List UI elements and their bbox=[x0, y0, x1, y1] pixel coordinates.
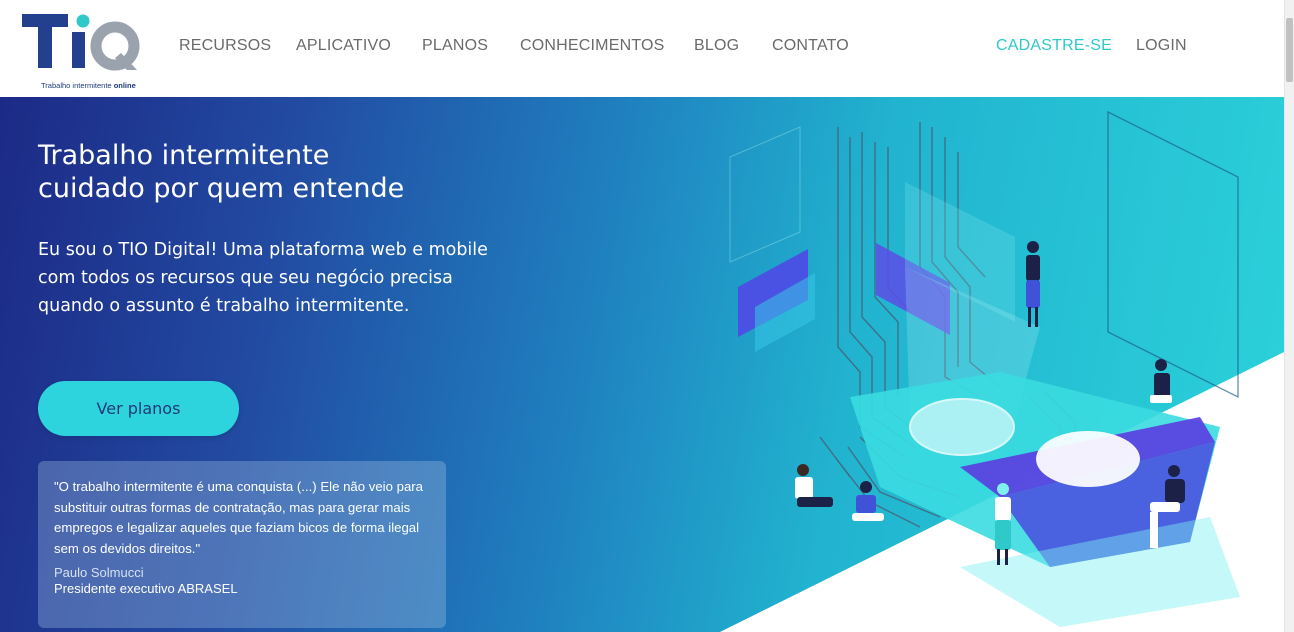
hero-title: Trabalho intermitente cuidado por quem e… bbox=[38, 139, 498, 205]
ver-planos-button[interactable]: Ver planos bbox=[38, 381, 239, 436]
nav-contato[interactable]: CONTATO bbox=[772, 37, 849, 55]
hero-section: Trabalho intermitente cuidado por quem e… bbox=[0, 97, 1284, 632]
hero-description: Eu sou o TIO Digital! Uma plataforma web… bbox=[38, 240, 488, 316]
nav-conhecimentos[interactable]: CONHECIMENTOS bbox=[520, 37, 665, 55]
testimonial-role: Presidente executivo ABRASEL bbox=[54, 581, 238, 596]
nav-blog[interactable]: BLOG bbox=[694, 37, 739, 55]
hero-title-line-2: cuidado por quem entende bbox=[38, 173, 405, 204]
hero-title-line-1: Trabalho intermitente bbox=[38, 140, 330, 171]
page-scrollbar[interactable] bbox=[1284, 0, 1294, 632]
testimonial-text: "O trabalho intermitente é uma conquista… bbox=[54, 479, 423, 556]
nav-recursos[interactable]: RECURSOS bbox=[179, 37, 271, 55]
outline-panel-left bbox=[729, 126, 801, 263]
hologram-disc bbox=[909, 398, 1015, 456]
outline-panel-right bbox=[1107, 110, 1239, 399]
signup-link[interactable]: CADASTRE-SE bbox=[996, 37, 1112, 55]
testimonial-author: Paulo Solmucci bbox=[54, 565, 144, 580]
testimonial-card: "O trabalho intermitente é uma conquista… bbox=[38, 461, 446, 628]
nav-planos[interactable]: PLANOS bbox=[422, 37, 488, 55]
login-link[interactable]: LOGIN bbox=[1136, 37, 1187, 55]
nav-aplicativo[interactable]: APLICATIVO bbox=[296, 37, 391, 55]
main-nav: RECURSOS APLICATIVO PLANOS CONHECIMENTOS… bbox=[0, 0, 1284, 97]
platform-hole bbox=[1036, 431, 1140, 487]
scrollbar-thumb[interactable] bbox=[1286, 18, 1293, 82]
site-header: Trabalho intermitente online RECURSOS AP… bbox=[0, 0, 1284, 97]
